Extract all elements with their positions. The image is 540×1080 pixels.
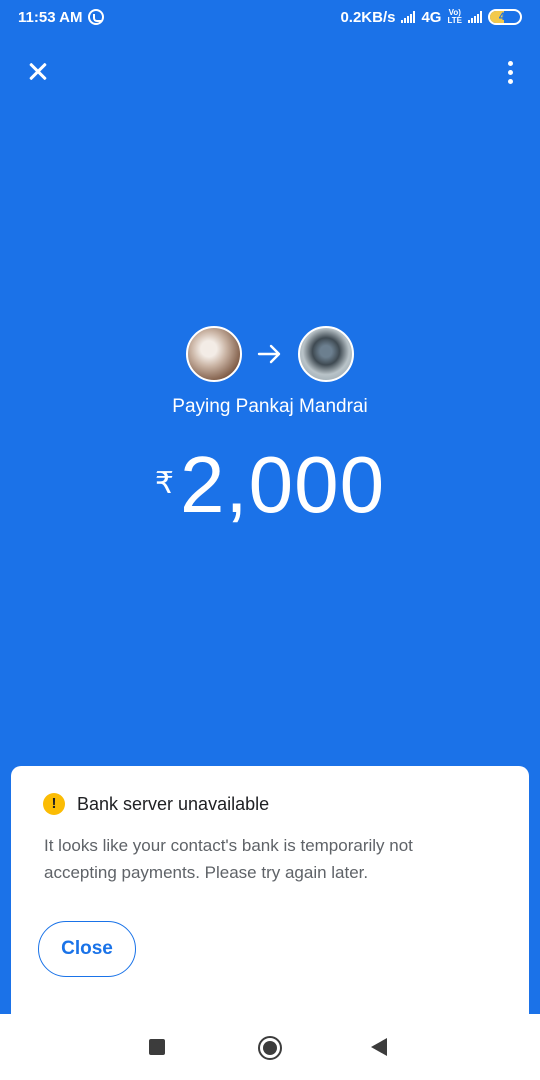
currency-symbol: ₹ — [154, 467, 174, 500]
signal-icon — [401, 11, 416, 23]
network-type: 4G — [421, 8, 442, 26]
signal-icon — [468, 11, 482, 23]
warning-icon: ! — [43, 793, 65, 815]
sheet-title-row: ! Bank server unavailable — [43, 793, 269, 815]
status-left: 11:53 AM — [18, 8, 105, 26]
sheet-message: It looks like your contact's bank is tem… — [44, 836, 413, 882]
sender-avatar — [186, 326, 242, 382]
sheet-title: Bank server unavailable — [77, 793, 270, 814]
net-speed: 0.2KB/s — [340, 8, 396, 26]
close-icon[interactable] — [24, 58, 52, 86]
paying-label: Paying Pankaj Mandrai — [172, 396, 368, 417]
amount-row: ₹ 2,000 — [0, 440, 540, 530]
status-bar: 11:53 AM 0.2KB/s 4G Vo) LTE 45 — [0, 0, 540, 34]
avatars-row — [186, 326, 354, 382]
arrow-right-icon — [257, 344, 281, 364]
more-vert-icon[interactable] — [500, 58, 520, 86]
recipient-avatar — [298, 326, 354, 382]
volte-bottom: LTE — [447, 16, 462, 25]
whatsapp-icon — [88, 9, 105, 25]
error-sheet: ! Bank server unavailable It looks like … — [11, 766, 529, 1030]
back-icon[interactable] — [371, 1038, 387, 1056]
status-time: 11:53 AM — [18, 8, 83, 26]
recents-icon[interactable] — [149, 1039, 165, 1055]
volte-icon: Vo) LTE — [447, 9, 462, 25]
battery-level: 45 — [498, 11, 512, 23]
home-icon[interactable] — [258, 1036, 282, 1060]
status-right: 0.2KB/s 4G Vo) LTE 45 — [340, 9, 522, 26]
close-button[interactable]: Close — [38, 921, 136, 977]
nav-bar — [0, 1014, 540, 1080]
payment-amount: 2,000 — [179, 440, 386, 529]
battery-icon: 45 — [488, 9, 522, 25]
